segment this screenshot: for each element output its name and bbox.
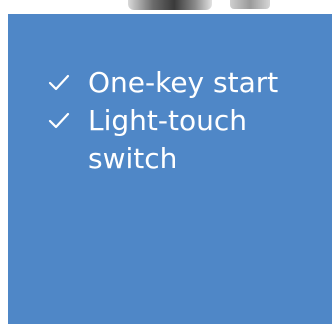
check-icon <box>48 102 78 140</box>
feature-item-one-key-start: One-key start <box>48 64 326 102</box>
feature-card-page: One-key start Light-touch switch <box>0 0 334 324</box>
product-photo-fragment-secondary <box>230 0 270 9</box>
check-icon <box>48 64 78 102</box>
feature-label: One-key start <box>88 66 279 99</box>
product-photo-edge <box>0 0 334 14</box>
feature-item-light-touch-switch: Light-touch switch <box>48 102 326 178</box>
feature-list: One-key start Light-touch switch <box>48 64 326 178</box>
feature-label: Light-touch switch <box>88 104 247 175</box>
product-photo-fragment <box>128 0 212 10</box>
